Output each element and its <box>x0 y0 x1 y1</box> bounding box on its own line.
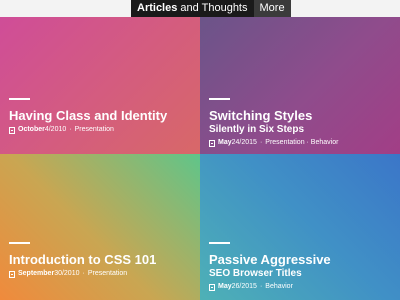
article-month: May <box>218 283 232 290</box>
article-tags[interactable]: Presentation <box>88 269 127 279</box>
article-tile-content: Passive Aggressive SEO Browser Titles Ma… <box>209 242 392 292</box>
article-tile[interactable]: Having Class and Identity October 4/2010… <box>0 17 200 154</box>
article-meta: October 4/2010 · Presentation <box>9 125 192 135</box>
article-month: September <box>18 270 55 277</box>
nav-articles-and-thoughts[interactable]: Articles and Thoughts <box>131 0 254 17</box>
article-tile-content: Introduction to CSS 101 September 30/201… <box>9 242 192 279</box>
document-icon <box>209 283 215 291</box>
article-date: 26/2015 <box>231 283 257 290</box>
accent-rule <box>9 242 30 244</box>
page: Articles and Thoughts More Having Class … <box>0 0 400 300</box>
article-month: May <box>218 139 232 146</box>
article-date: 24/2015 <box>231 139 257 146</box>
meta-separator: · <box>259 283 263 290</box>
article-meta: May 26/2015 · Behavior <box>209 282 392 292</box>
nav-articles-rest: and Thoughts <box>177 2 248 14</box>
document-icon <box>209 139 215 147</box>
article-subtitle: Silently in Six Steps <box>209 124 305 135</box>
article-tile[interactable]: Introduction to CSS 101 September 30/201… <box>0 154 200 300</box>
article-meta: May 24/2015 · Presentation · Behavior <box>209 138 392 148</box>
article-tags[interactable]: Presentation · Behavior <box>265 138 338 148</box>
document-icon <box>9 270 15 278</box>
meta-separator: · <box>82 270 85 277</box>
article-grid: Having Class and Identity October 4/2010… <box>0 17 400 300</box>
article-tile-content: Having Class and Identity October 4/2010… <box>9 98 192 135</box>
article-title[interactable]: Passive Aggressive <box>209 252 392 267</box>
article-title[interactable]: Having Class and Identity <box>9 108 192 123</box>
accent-rule <box>209 242 230 244</box>
article-tile[interactable]: Passive Aggressive SEO Browser Titles Ma… <box>200 154 400 300</box>
article-tile-content: Switching Styles Silently in Six Steps M… <box>209 98 392 148</box>
nav-more[interactable]: More <box>253 0 291 17</box>
article-tile[interactable]: Switching Styles Silently in Six Steps M… <box>200 17 400 154</box>
meta-separator: · <box>259 139 263 146</box>
article-tags[interactable]: Presentation <box>75 125 114 135</box>
article-subtitle: SEO Browser Titles <box>209 268 302 279</box>
article-date: 4/2010 <box>44 126 67 133</box>
article-title[interactable]: Introduction to CSS 101 <box>9 252 192 267</box>
main-nav: Articles and Thoughts More <box>131 0 291 17</box>
meta-separator: · <box>69 126 72 133</box>
document-icon <box>9 126 15 134</box>
accent-rule <box>209 98 230 100</box>
article-date: 30/2010 <box>54 270 80 277</box>
article-tags[interactable]: Behavior <box>265 282 293 292</box>
article-meta: September 30/2010 · Presentation <box>9 269 192 279</box>
article-month: October <box>18 126 45 133</box>
article-title[interactable]: Switching Styles <box>209 108 392 123</box>
nav-articles-bold: Articles <box>137 2 178 14</box>
accent-rule <box>9 98 30 100</box>
